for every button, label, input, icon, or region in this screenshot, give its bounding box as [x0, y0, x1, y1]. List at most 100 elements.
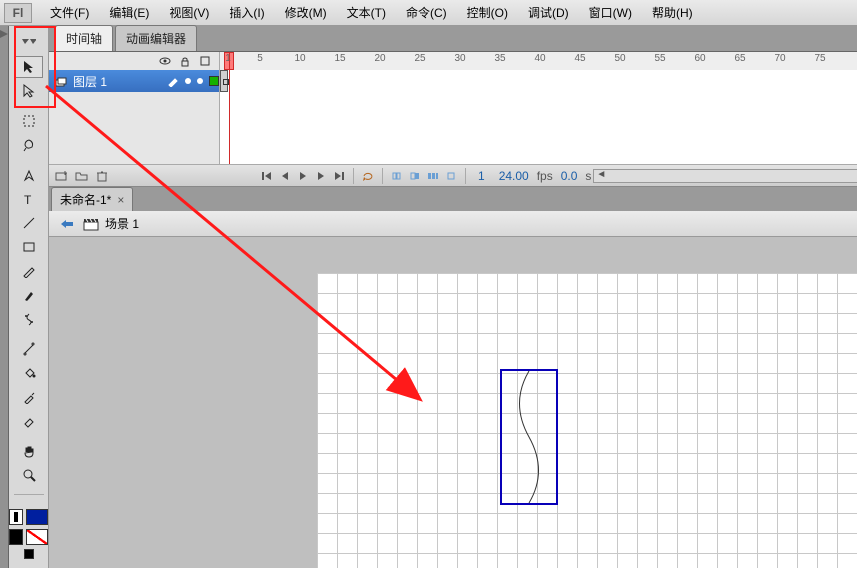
frames-track[interactable]: [219, 70, 857, 92]
text-tool[interactable]: T: [15, 188, 43, 210]
visibility-dot[interactable]: [185, 78, 191, 84]
onion-skin-button[interactable]: [389, 169, 405, 183]
outline-color-box[interactable]: [209, 76, 219, 86]
menu-control[interactable]: 控制(O): [457, 0, 518, 25]
ruler-tick: 70: [774, 53, 785, 64]
stroke-color-swatch[interactable]: [9, 509, 23, 525]
tool-palette: T: [9, 26, 49, 568]
svg-text:T: T: [24, 193, 32, 206]
ruler-tick: 35: [494, 53, 505, 64]
grid-overlay: [317, 273, 857, 568]
goto-last-button[interactable]: [331, 169, 347, 183]
new-layer-button[interactable]: [53, 168, 71, 184]
ruler-tick: 25: [414, 53, 425, 64]
timeline-scrollbar[interactable]: [593, 169, 857, 183]
goto-first-button[interactable]: [259, 169, 275, 183]
ruler-tick: 75: [814, 53, 825, 64]
default-colors-icon[interactable]: [9, 529, 23, 545]
paint-bucket-tool[interactable]: [15, 362, 43, 384]
collapse-icon[interactable]: [0, 30, 8, 38]
ruler-tick: 30: [454, 53, 465, 64]
ruler-tick: 10: [294, 53, 305, 64]
current-frame-value: 1: [472, 169, 491, 183]
play-button[interactable]: [295, 169, 311, 183]
menu-text[interactable]: 文本(T): [337, 0, 396, 25]
free-transform-tool[interactable]: [15, 110, 43, 132]
ruler-tick: 45: [574, 53, 585, 64]
lasso-tool[interactable]: [15, 134, 43, 156]
lock-dot[interactable]: [197, 78, 203, 84]
onion-markers-button[interactable]: [443, 169, 459, 183]
no-color-icon[interactable]: [26, 529, 48, 545]
fps-value: 24.00: [493, 169, 535, 183]
ruler-tick: 15: [334, 53, 345, 64]
brush-tool[interactable]: [15, 284, 43, 306]
menu-bar: Fl 文件(F) 编辑(E) 视图(V) 插入(I) 修改(M) 文本(T) 命…: [0, 0, 857, 26]
timeline-panel: 1 5 10 15 20 25 30 35 40 45 50 55 60 65 …: [49, 52, 857, 187]
edit-multiple-frames-button[interactable]: [425, 169, 441, 183]
stage[interactable]: [317, 273, 857, 568]
close-icon[interactable]: ×: [117, 193, 124, 207]
ruler-tick: 50: [614, 53, 625, 64]
delete-layer-button[interactable]: [93, 168, 111, 184]
menu-debug[interactable]: 调试(D): [518, 0, 579, 25]
loop-button[interactable]: [360, 169, 376, 183]
back-arrow-icon[interactable]: [57, 215, 77, 233]
menu-commands[interactable]: 命令(C): [396, 0, 457, 25]
step-forward-button[interactable]: [313, 169, 329, 183]
panel-tabs: 时间轴 动画编辑器: [49, 26, 857, 52]
swap-colors-icon[interactable]: [24, 549, 34, 559]
hand-tool[interactable]: [15, 440, 43, 462]
menu-insert[interactable]: 插入(I): [219, 0, 274, 25]
selection-tool[interactable]: [15, 56, 43, 78]
outline-icon[interactable]: [199, 55, 211, 67]
menu-view[interactable]: 视图(V): [159, 0, 219, 25]
pen-tool[interactable]: [15, 164, 43, 186]
fps-label: fps: [537, 169, 553, 183]
menu-help[interactable]: 帮助(H): [642, 0, 703, 25]
step-back-button[interactable]: [277, 169, 293, 183]
menu-file[interactable]: 文件(F): [40, 0, 99, 25]
pencil-icon: [167, 75, 179, 87]
tab-motion-editor[interactable]: 动画编辑器: [115, 25, 197, 51]
rectangle-tool[interactable]: [15, 236, 43, 258]
timeline-footer: 1 24.00 fps 0.0 s: [49, 164, 857, 186]
deco-tool[interactable]: [15, 308, 43, 330]
selected-rectangle[interactable]: [500, 369, 558, 505]
ruler-tick: 65: [734, 53, 745, 64]
onion-skin-outline-button[interactable]: [407, 169, 423, 183]
zoom-tool[interactable]: [15, 464, 43, 486]
menu-edit[interactable]: 编辑(E): [99, 0, 159, 25]
layer-icon: [55, 75, 67, 87]
subselection-tool[interactable]: [15, 80, 43, 102]
pencil-tool[interactable]: [15, 260, 43, 282]
new-folder-button[interactable]: [73, 168, 91, 184]
keyframe-1[interactable]: [220, 70, 228, 92]
document-title: 未命名-1*: [60, 191, 111, 208]
scene-bar: 场景 1: [49, 211, 857, 237]
playhead-line: [229, 52, 230, 164]
scene-icon: [83, 217, 99, 231]
lock-icon[interactable]: [179, 55, 191, 67]
ruler-tick: 60: [694, 53, 705, 64]
bone-tool[interactable]: [15, 338, 43, 360]
fill-color-swatch[interactable]: [26, 509, 48, 525]
document-tabs: 未命名-1* ×: [49, 187, 857, 211]
layer-name: 图层 1: [73, 73, 107, 90]
eraser-tool[interactable]: [15, 410, 43, 432]
document-tab[interactable]: 未命名-1* ×: [51, 187, 133, 211]
menu-modify[interactable]: 修改(M): [275, 0, 337, 25]
tab-timeline[interactable]: 时间轴: [55, 25, 113, 51]
timeline-ruler[interactable]: 1 5 10 15 20 25 30 35 40 45 50 55 60 65 …: [219, 52, 857, 70]
app-logo: Fl: [4, 3, 32, 23]
line-tool[interactable]: [15, 212, 43, 234]
menu-window[interactable]: 窗口(W): [579, 0, 642, 25]
left-gutter: [0, 26, 9, 568]
stage-background[interactable]: [49, 237, 857, 568]
layer-row[interactable]: 图层 1: [49, 70, 857, 92]
color-swatches: [9, 509, 48, 559]
expand-icon[interactable]: [15, 32, 43, 54]
main-area: 时间轴 动画编辑器 1 5 10 15 20 25 30: [49, 26, 857, 568]
eyedropper-tool[interactable]: [15, 386, 43, 408]
visibility-icon[interactable]: [159, 55, 171, 67]
